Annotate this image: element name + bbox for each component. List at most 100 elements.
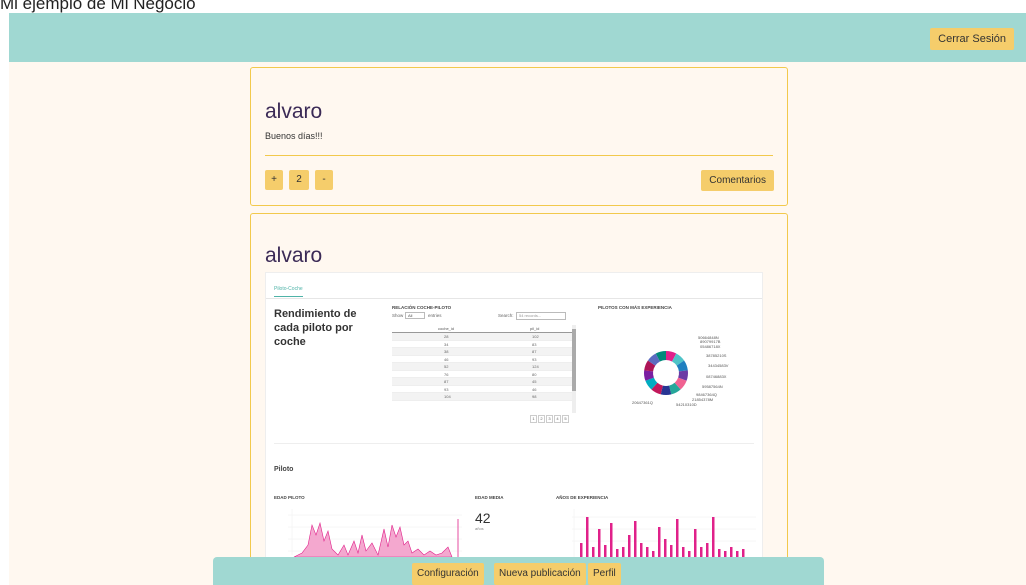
cell-piloto: 46 — [532, 386, 537, 392]
page-button: 4 — [554, 415, 561, 423]
cell-piloto: 80 — [532, 371, 537, 377]
table-header: coche_id pil_id — [392, 325, 572, 333]
edad-area-chart — [288, 509, 462, 558]
exp-bar — [718, 549, 721, 557]
cell-piloto: 93 — [532, 356, 537, 362]
new-post-button[interactable]: Nueva publicación — [494, 563, 586, 585]
exp-bar — [610, 523, 613, 557]
data-table: coche_id pil_id 28 102 34 83 38 87 46 93 52 124 76… — [392, 325, 572, 413]
exp-bar — [598, 529, 601, 557]
exp-bar — [682, 547, 685, 557]
exp-bar — [580, 543, 583, 557]
exp-bar — [694, 529, 697, 557]
search-input: 54 records... — [516, 312, 566, 320]
cell-piloto: 124 — [532, 364, 539, 369]
donut-title: PILOTOS CON MÁS EXPERIENCIA — [598, 305, 672, 310]
bottom-nav: Configuración Nueva publicación Perfil — [213, 557, 824, 585]
exp-bar — [586, 517, 589, 557]
vote-count: 2 — [289, 170, 309, 190]
logout-button[interactable]: Cerrar Sesión — [930, 28, 1014, 50]
table-row: 52 124 — [392, 363, 572, 371]
cell-coche: 38 — [444, 349, 449, 354]
show-label: Show — [392, 313, 404, 318]
table-row: 34 83 — [392, 341, 572, 348]
show-select: All — [405, 312, 425, 319]
exp-bar — [592, 547, 595, 557]
cell-piloto: 98 — [532, 394, 537, 399]
exp-bar — [646, 547, 649, 557]
post-card: alvaro Piloto-Coche Rendimiento de cada … — [250, 213, 788, 585]
post-divider — [265, 155, 773, 156]
post-image-dashboard: Piloto-Coche Rendimiento de cada piloto … — [265, 272, 763, 585]
exp-bar — [664, 539, 667, 557]
table-scrollbar — [572, 325, 576, 413]
exp-bar — [658, 527, 661, 557]
edad-media-value: 42 — [475, 510, 491, 526]
cell-coche: 28 — [444, 334, 449, 339]
cell-piloto: 87 — [532, 349, 537, 354]
exp-bar — [628, 535, 631, 557]
donut-label: 08746883X — [706, 374, 727, 379]
exp-bar — [622, 547, 625, 557]
cell-piloto: 83 — [532, 341, 537, 347]
profile-button[interactable]: Perfil — [588, 563, 621, 585]
cell-coche: 93 — [444, 386, 449, 392]
cell-coche: 46 — [444, 356, 449, 362]
comments-button[interactable]: Comentarios — [701, 170, 774, 191]
page-button: 5 — [562, 415, 569, 423]
table-row: 28 102 — [392, 333, 572, 341]
table-row: 46 93 — [392, 356, 572, 363]
table-body: 28 102 34 83 38 87 46 93 52 124 76 80 87 45 93 46 104 98 — [392, 333, 572, 401]
table-title: RELACIÓN COCHE-PILOTO — [392, 305, 452, 310]
edad-media-unit: años — [475, 526, 484, 531]
page-button: 2 — [538, 415, 545, 423]
exp-bar — [712, 517, 715, 557]
cell-piloto: 102 — [532, 334, 539, 339]
post-author: alvaro — [265, 100, 323, 123]
downvote-button[interactable]: - — [315, 170, 333, 190]
exp-bar — [604, 545, 607, 557]
table-row: 87 45 — [392, 378, 572, 386]
table-row: 38 87 — [392, 348, 572, 356]
donut-label: 05486718X — [700, 344, 721, 349]
donut-label: 38785210S — [706, 353, 727, 358]
top-header: Cerrar Sesión — [9, 13, 1026, 62]
upvote-button[interactable]: + — [265, 170, 283, 190]
post-text: Buenos días!!! — [265, 131, 323, 141]
cell-coche: 104 — [444, 394, 451, 399]
config-button[interactable]: Configuración — [412, 563, 484, 585]
experiencia-bar-chart — [572, 509, 756, 557]
edad-media-title: EDAD MEDIA — [475, 495, 504, 500]
page-button: 3 — [546, 415, 553, 423]
donut-label: 20647361Q — [632, 400, 653, 405]
cell-coche: 52 — [444, 364, 449, 369]
post-author: alvaro — [265, 244, 323, 267]
exp-bar — [634, 521, 637, 557]
cell-piloto: 45 — [532, 379, 537, 384]
search-label: Search: — [498, 313, 514, 318]
exp-bar — [700, 547, 703, 557]
exp-bar — [742, 549, 745, 557]
table-row: 93 46 — [392, 386, 572, 393]
exp-bar — [730, 547, 733, 557]
cell-coche: 87 — [444, 379, 449, 384]
dashboard-title: Rendimiento de cada piloto por coche — [274, 308, 357, 348]
exp-bar — [616, 549, 619, 557]
donut-label: 59587564N — [702, 384, 723, 389]
cell-coche: 34 — [444, 341, 449, 347]
dashboard-tabbar: Piloto-Coche — [266, 283, 762, 299]
partial-page-title: Mi ejemplo de Mi Negocio — [0, 0, 1026, 13]
post-card: alvaro Buenos días!!! + 2 - Comentarios — [250, 67, 788, 206]
page-title-cropped: Mi ejemplo de Mi Negocio — [0, 0, 196, 13]
table-row: 76 80 — [392, 371, 572, 378]
entries-label: entries — [428, 313, 442, 318]
table-pager: 12345 — [530, 415, 569, 423]
cell-coche: 76 — [444, 371, 449, 377]
feed: alvaro Buenos días!!! + 2 - Comentarios … — [9, 62, 1026, 585]
table-row: 104 98 — [392, 393, 572, 401]
experiencia-chart-title: AÑOS DE EXPERIENCIA — [556, 495, 609, 500]
exp-bar — [670, 545, 673, 557]
col-piloto-header: pil_id — [530, 326, 540, 331]
page-button: 1 — [530, 415, 537, 423]
col-coche-header: coche_id — [438, 326, 455, 331]
